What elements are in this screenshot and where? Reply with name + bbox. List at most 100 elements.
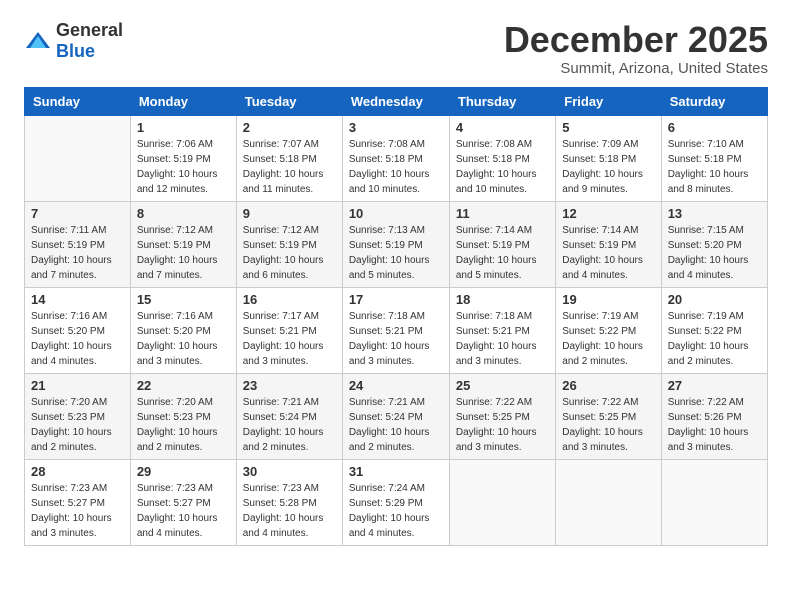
day-number: 2: [243, 120, 336, 135]
weekday-header: Sunday: [25, 87, 131, 115]
logo-general: General: [56, 20, 123, 40]
day-info: Sunrise: 7:23 AMSunset: 5:28 PMDaylight:…: [243, 481, 336, 541]
logo: General Blue: [24, 20, 123, 62]
day-info: Sunrise: 7:22 AMSunset: 5:25 PMDaylight:…: [562, 395, 654, 455]
calendar-cell: 25 Sunrise: 7:22 AMSunset: 5:25 PMDayligh…: [449, 373, 555, 459]
weekday-header: Friday: [556, 87, 661, 115]
weekday-header: Saturday: [661, 87, 767, 115]
calendar-cell: 11 Sunrise: 7:14 AMSunset: 5:19 PMDayligh…: [449, 201, 555, 287]
calendar-cell: 12Sunrise: 7:14 AMSunset: 5:19 PMDayligh…: [556, 201, 661, 287]
day-number: 18: [456, 292, 549, 307]
day-info: Sunrise: 7:14 AMSunset: 5:19 PMDaylight:…: [562, 223, 654, 283]
day-info: Sunrise: 7:19 AMSunset: 5:22 PMDaylight:…: [562, 309, 654, 369]
calendar-cell: 28 Sunrise: 7:23 AMSunset: 5:27 PMDayligh…: [25, 459, 131, 545]
day-info: Sunrise: 7:24 AMSunset: 5:29 PMDaylight:…: [349, 481, 443, 541]
calendar-cell: [449, 459, 555, 545]
day-info: Sunrise: 7:21 AMSunset: 5:24 PMDaylight:…: [349, 395, 443, 455]
calendar-cell: 29Sunrise: 7:23 AMSunset: 5:27 PMDayligh…: [130, 459, 236, 545]
calendar-cell: 30Sunrise: 7:23 AMSunset: 5:28 PMDayligh…: [236, 459, 342, 545]
calendar-cell: 14 Sunrise: 7:16 AMSunset: 5:20 PMDayligh…: [25, 287, 131, 373]
weekday-header: Wednesday: [342, 87, 449, 115]
day-info: Sunrise: 7:20 AMSunset: 5:23 PMDaylight:…: [137, 395, 230, 455]
day-number: 22: [137, 378, 230, 393]
day-number: 3: [349, 120, 443, 135]
day-info: Sunrise: 7:15 AMSunset: 5:20 PMDaylight:…: [668, 223, 761, 283]
day-info: Sunrise: 7:19 AMSunset: 5:22 PMDaylight:…: [668, 309, 761, 369]
day-info: Sunrise: 7:06 AMSunset: 5:19 PMDaylight:…: [137, 137, 230, 197]
calendar-cell: 20 Sunrise: 7:19 AMSunset: 5:22 PMDayligh…: [661, 287, 767, 373]
calendar-cell: 7 Sunrise: 7:11 AMSunset: 5:19 PMDaylight…: [25, 201, 131, 287]
calendar-cell: 16 Sunrise: 7:17 AMSunset: 5:21 PMDayligh…: [236, 287, 342, 373]
calendar-cell: 26Sunrise: 7:22 AMSunset: 5:25 PMDayligh…: [556, 373, 661, 459]
day-number: 7: [31, 206, 124, 221]
calendar-subtitle: Summit, Arizona, United States: [504, 60, 768, 77]
page-header: General Blue December 2025 Summit, Arizo…: [24, 20, 768, 77]
day-number: 17: [349, 292, 443, 307]
day-number: 5: [562, 120, 654, 135]
day-info: Sunrise: 7:12 AMSunset: 5:19 PMDaylight:…: [137, 223, 230, 283]
calendar-cell: 31Sunrise: 7:24 AMSunset: 5:29 PMDayligh…: [342, 459, 449, 545]
day-number: 11: [456, 206, 549, 221]
calendar-cell: 10Sunrise: 7:13 AMSunset: 5:19 PMDayligh…: [342, 201, 449, 287]
day-number: 9: [243, 206, 336, 221]
day-info: Sunrise: 7:16 AMSunset: 5:20 PMDaylight:…: [31, 309, 124, 369]
calendar-cell: 22 Sunrise: 7:20 AMSunset: 5:23 PMDayligh…: [130, 373, 236, 459]
day-info: Sunrise: 7:17 AMSunset: 5:21 PMDaylight:…: [243, 309, 336, 369]
day-number: 14: [31, 292, 124, 307]
calendar-cell: 23Sunrise: 7:21 AMSunset: 5:24 PMDayligh…: [236, 373, 342, 459]
day-number: 16: [243, 292, 336, 307]
day-number: 20: [668, 292, 761, 307]
calendar-header-row: SundayMondayTuesdayWednesdayThursdayFrid…: [25, 87, 768, 115]
calendar-week-row: 28 Sunrise: 7:23 AMSunset: 5:27 PMDayligh…: [25, 459, 768, 545]
logo-blue: Blue: [56, 41, 95, 61]
day-number: 24: [349, 378, 443, 393]
calendar-week-row: 21 Sunrise: 7:20 AMSunset: 5:23 PMDayligh…: [25, 373, 768, 459]
day-info: Sunrise: 7:23 AMSunset: 5:27 PMDaylight:…: [137, 481, 230, 541]
day-info: Sunrise: 7:18 AMSunset: 5:21 PMDaylight:…: [349, 309, 443, 369]
calendar-cell: 6Sunrise: 7:10 AMSunset: 5:18 PMDaylight…: [661, 115, 767, 201]
day-info: Sunrise: 7:09 AMSunset: 5:18 PMDaylight:…: [562, 137, 654, 197]
calendar-cell: 9 Sunrise: 7:12 AMSunset: 5:19 PMDaylight…: [236, 201, 342, 287]
day-number: 27: [668, 378, 761, 393]
day-number: 19: [562, 292, 654, 307]
day-info: Sunrise: 7:22 AMSunset: 5:26 PMDaylight:…: [668, 395, 761, 455]
day-number: 28: [31, 464, 124, 479]
day-info: Sunrise: 7:20 AMSunset: 5:23 PMDaylight:…: [31, 395, 124, 455]
day-number: 23: [243, 378, 336, 393]
day-number: 1: [137, 120, 230, 135]
title-block: December 2025 Summit, Arizona, United St…: [504, 20, 768, 77]
calendar-cell: 24 Sunrise: 7:21 AMSunset: 5:24 PMDayligh…: [342, 373, 449, 459]
day-info: Sunrise: 7:22 AMSunset: 5:25 PMDaylight:…: [456, 395, 549, 455]
calendar-cell: 3 Sunrise: 7:08 AMSunset: 5:18 PMDaylight…: [342, 115, 449, 201]
calendar-cell: 5 Sunrise: 7:09 AMSunset: 5:18 PMDaylight…: [556, 115, 661, 201]
day-info: Sunrise: 7:11 AMSunset: 5:19 PMDaylight:…: [31, 223, 124, 283]
day-number: 21: [31, 378, 124, 393]
day-number: 8: [137, 206, 230, 221]
weekday-header: Monday: [130, 87, 236, 115]
calendar-cell: 27 Sunrise: 7:22 AMSunset: 5:26 PMDayligh…: [661, 373, 767, 459]
calendar-title: December 2025: [504, 20, 768, 60]
day-info: Sunrise: 7:13 AMSunset: 5:19 PMDaylight:…: [349, 223, 443, 283]
calendar-week-row: 1 Sunrise: 7:06 AMSunset: 5:19 PMDaylight…: [25, 115, 768, 201]
calendar-week-row: 7 Sunrise: 7:11 AMSunset: 5:19 PMDaylight…: [25, 201, 768, 287]
weekday-header: Tuesday: [236, 87, 342, 115]
day-number: 15: [137, 292, 230, 307]
calendar-cell: 17 Sunrise: 7:18 AMSunset: 5:21 PMDayligh…: [342, 287, 449, 373]
day-number: 4: [456, 120, 549, 135]
day-info: Sunrise: 7:18 AMSunset: 5:21 PMDaylight:…: [456, 309, 549, 369]
calendar-cell: 8 Sunrise: 7:12 AMSunset: 5:19 PMDaylight…: [130, 201, 236, 287]
day-info: Sunrise: 7:07 AMSunset: 5:18 PMDaylight:…: [243, 137, 336, 197]
calendar-cell: 19 Sunrise: 7:19 AMSunset: 5:22 PMDayligh…: [556, 287, 661, 373]
day-info: Sunrise: 7:10 AMSunset: 5:18 PMDaylight:…: [668, 137, 761, 197]
day-info: Sunrise: 7:23 AMSunset: 5:27 PMDaylight:…: [31, 481, 124, 541]
day-info: Sunrise: 7:12 AMSunset: 5:19 PMDaylight:…: [243, 223, 336, 283]
day-info: Sunrise: 7:16 AMSunset: 5:20 PMDaylight:…: [137, 309, 230, 369]
calendar-table: SundayMondayTuesdayWednesdayThursdayFrid…: [24, 87, 768, 546]
calendar-cell: 4Sunrise: 7:08 AMSunset: 5:18 PMDaylight…: [449, 115, 555, 201]
calendar-cell: 15 Sunrise: 7:16 AMSunset: 5:20 PMDayligh…: [130, 287, 236, 373]
calendar-cell: [661, 459, 767, 545]
day-info: Sunrise: 7:08 AMSunset: 5:18 PMDaylight:…: [349, 137, 443, 197]
calendar-week-row: 14 Sunrise: 7:16 AMSunset: 5:20 PMDayligh…: [25, 287, 768, 373]
day-info: Sunrise: 7:14 AMSunset: 5:19 PMDaylight:…: [456, 223, 549, 283]
day-number: 25: [456, 378, 549, 393]
